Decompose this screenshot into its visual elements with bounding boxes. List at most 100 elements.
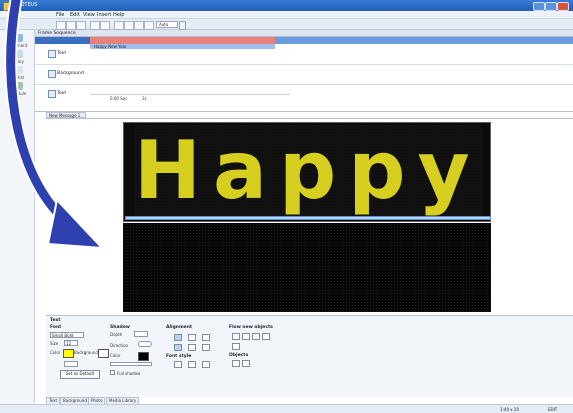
underline-button[interactable] [202, 361, 210, 368]
document-icon [11, 34, 23, 42]
insert-clock-icon[interactable] [134, 21, 144, 30]
flow-next-button[interactable] [232, 343, 240, 350]
sidebar-item-library[interactable]: Library [3, 50, 31, 64]
led-display-bottom[interactable] [123, 223, 491, 312]
shadow-color-label: Color [110, 353, 121, 358]
track-row[interactable]: Text [35, 44, 573, 65]
sequence-controls[interactable] [35, 37, 90, 44]
track-row[interactable]: Background [35, 64, 573, 85]
timeline-ruler-active[interactable] [90, 37, 275, 44]
direction-label: Direction [110, 343, 129, 348]
window-title-bar: PROTEUS [0, 0, 573, 11]
size-label: Size [50, 341, 59, 346]
sidebar-item-document[interactable]: Document [3, 34, 31, 48]
insert-text-icon[interactable] [114, 21, 124, 30]
message-editor: Happy [46, 118, 573, 313]
align-left-top-button[interactable] [174, 334, 182, 341]
frame-count: 1s [142, 96, 147, 101]
italic-button[interactable] [188, 361, 196, 368]
app-icon [3, 2, 13, 11]
object-image-button[interactable] [242, 360, 250, 367]
undo-icon[interactable] [90, 21, 100, 30]
background-track-icon [48, 70, 56, 78]
sequence-footer: 0.00 Sec 1s [90, 94, 290, 101]
sidebar-item-label: Playlist [9, 75, 25, 80]
sidebar-item-label: Document [6, 43, 28, 48]
menu-bar: File Edit View Insert Help [0, 11, 573, 19]
full-shadow-label: Full shadow [117, 371, 141, 376]
shadow-slider[interactable] [110, 362, 152, 366]
status-bar: 1:40 x 20 EDIT [0, 404, 573, 413]
menu-file[interactable]: File [56, 12, 64, 18]
timeline-ruler[interactable] [275, 37, 573, 44]
shadow-color-swatch[interactable] [138, 352, 149, 361]
align-center-top-button[interactable] [188, 334, 196, 341]
flow-left-button[interactable] [232, 333, 240, 340]
alignment-heading: Alignment [166, 325, 193, 330]
new-icon[interactable] [56, 21, 66, 30]
chevron-down-icon[interactable] [179, 21, 186, 30]
led-display-top[interactable]: Happy [123, 122, 491, 222]
track-name: Text [40, 50, 90, 59]
font-face-select[interactable]: Small Bold [50, 332, 84, 338]
bottom-tab-strip: Text Background Photo Media Library [46, 397, 346, 405]
menu-insert[interactable]: Insert [97, 12, 111, 18]
close-button[interactable] [557, 2, 569, 11]
menu-edit[interactable]: Edit [70, 12, 80, 18]
open-icon[interactable] [66, 21, 76, 30]
shadow-heading: Shadow [110, 325, 130, 330]
sidebar-item-schedule[interactable]: Schedule [3, 82, 31, 96]
status-mode: EDIT [548, 407, 558, 412]
objects-heading: Objects [229, 353, 249, 358]
background-label: Background [74, 350, 98, 355]
insert-image-icon[interactable] [124, 21, 134, 30]
flow-right-button[interactable] [262, 333, 270, 340]
align-right-button[interactable] [202, 344, 210, 351]
text-track-icon [48, 90, 56, 98]
menu-help[interactable]: Help [113, 12, 124, 18]
library-icon [11, 50, 23, 58]
track-label: Background [57, 71, 84, 76]
selection-handle-bar[interactable] [125, 216, 491, 220]
align-left-button[interactable] [174, 344, 182, 351]
depth-label: Depth [110, 332, 123, 337]
preview-icon[interactable] [144, 21, 154, 30]
track-name: Text [40, 90, 90, 99]
frame-sequence-panel: Frame Sequence Happy New Year Text Backg… [35, 30, 573, 112]
bold-button[interactable] [174, 361, 182, 368]
save-icon[interactable] [76, 21, 86, 30]
playlist-icon [11, 66, 23, 74]
set-default-button[interactable]: Set as Default [60, 370, 100, 379]
font-heading: Font [50, 325, 62, 330]
menu-view[interactable]: View [83, 12, 95, 18]
frame-sequence-header: Frame Sequence [35, 30, 573, 37]
minimize-button[interactable] [533, 2, 545, 11]
frame-duration: 0.00 Sec [110, 96, 128, 101]
schedule-icon [11, 82, 23, 90]
flow-down-button[interactable] [252, 333, 260, 340]
maximize-button[interactable] [545, 2, 557, 11]
redo-icon[interactable] [100, 21, 110, 30]
sidebar-item-label: Library [10, 59, 24, 64]
flow-up-button[interactable] [242, 333, 250, 340]
align-center-button[interactable] [188, 344, 196, 351]
frame-sequence-title: Frame Sequence [38, 31, 76, 36]
track-name: Background [40, 70, 90, 79]
object-add-button[interactable] [232, 360, 240, 367]
spacing-input[interactable] [64, 361, 78, 367]
toolbar: Auto [0, 19, 573, 30]
shadow-depth-input[interactable] [134, 331, 148, 337]
full-shadow-checkbox[interactable] [110, 370, 115, 375]
led-text[interactable]: Happy [134, 125, 482, 217]
text-properties-panel: Text Font Small Bold Size 12 Color Backg… [46, 315, 573, 397]
status-position: 1:40 x 20 [500, 407, 519, 412]
text-color-swatch[interactable] [63, 349, 74, 358]
align-right-top-button[interactable] [202, 334, 210, 341]
background-color-swatch[interactable] [98, 349, 109, 358]
zoom-select[interactable]: Auto [156, 21, 178, 28]
shadow-direction-dial[interactable] [138, 341, 152, 347]
sidebar-item-label: Schedule [7, 91, 27, 96]
font-size-input[interactable]: 12 [64, 340, 78, 346]
sidebar-item-playlist[interactable]: Playlist [3, 66, 31, 80]
track-label: Text [57, 51, 67, 56]
